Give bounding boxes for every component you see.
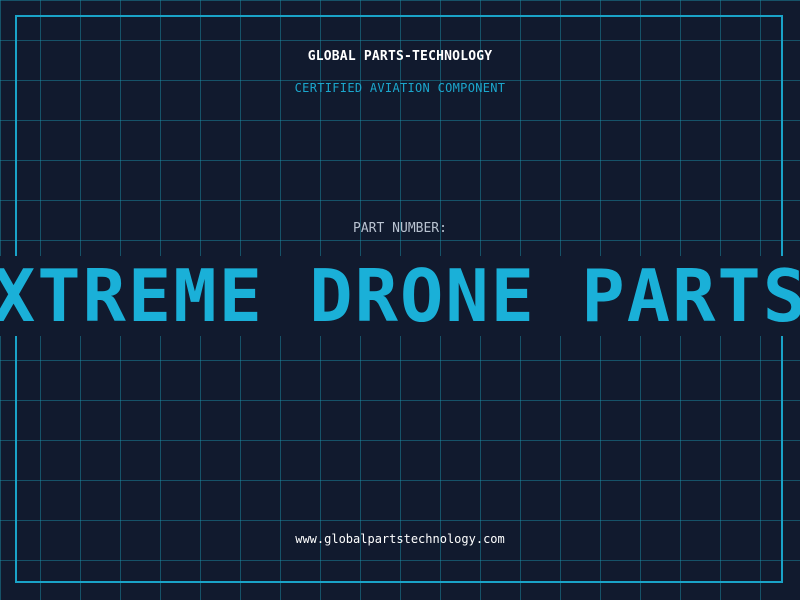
label-card: GLOBAL PARTS-TECHNOLOGY CERTIFIED AVIATI… bbox=[0, 0, 800, 600]
company-tagline: CERTIFIED AVIATION COMPONENT bbox=[294, 81, 506, 95]
company-name: GLOBAL PARTS-TECHNOLOGY bbox=[307, 49, 493, 64]
website-url: www.globalpartstechnology.com bbox=[295, 532, 505, 546]
part-number-label: PART NUMBER: bbox=[353, 221, 447, 236]
part-title: XTREME DRONE PARTS bbox=[0, 254, 800, 338]
